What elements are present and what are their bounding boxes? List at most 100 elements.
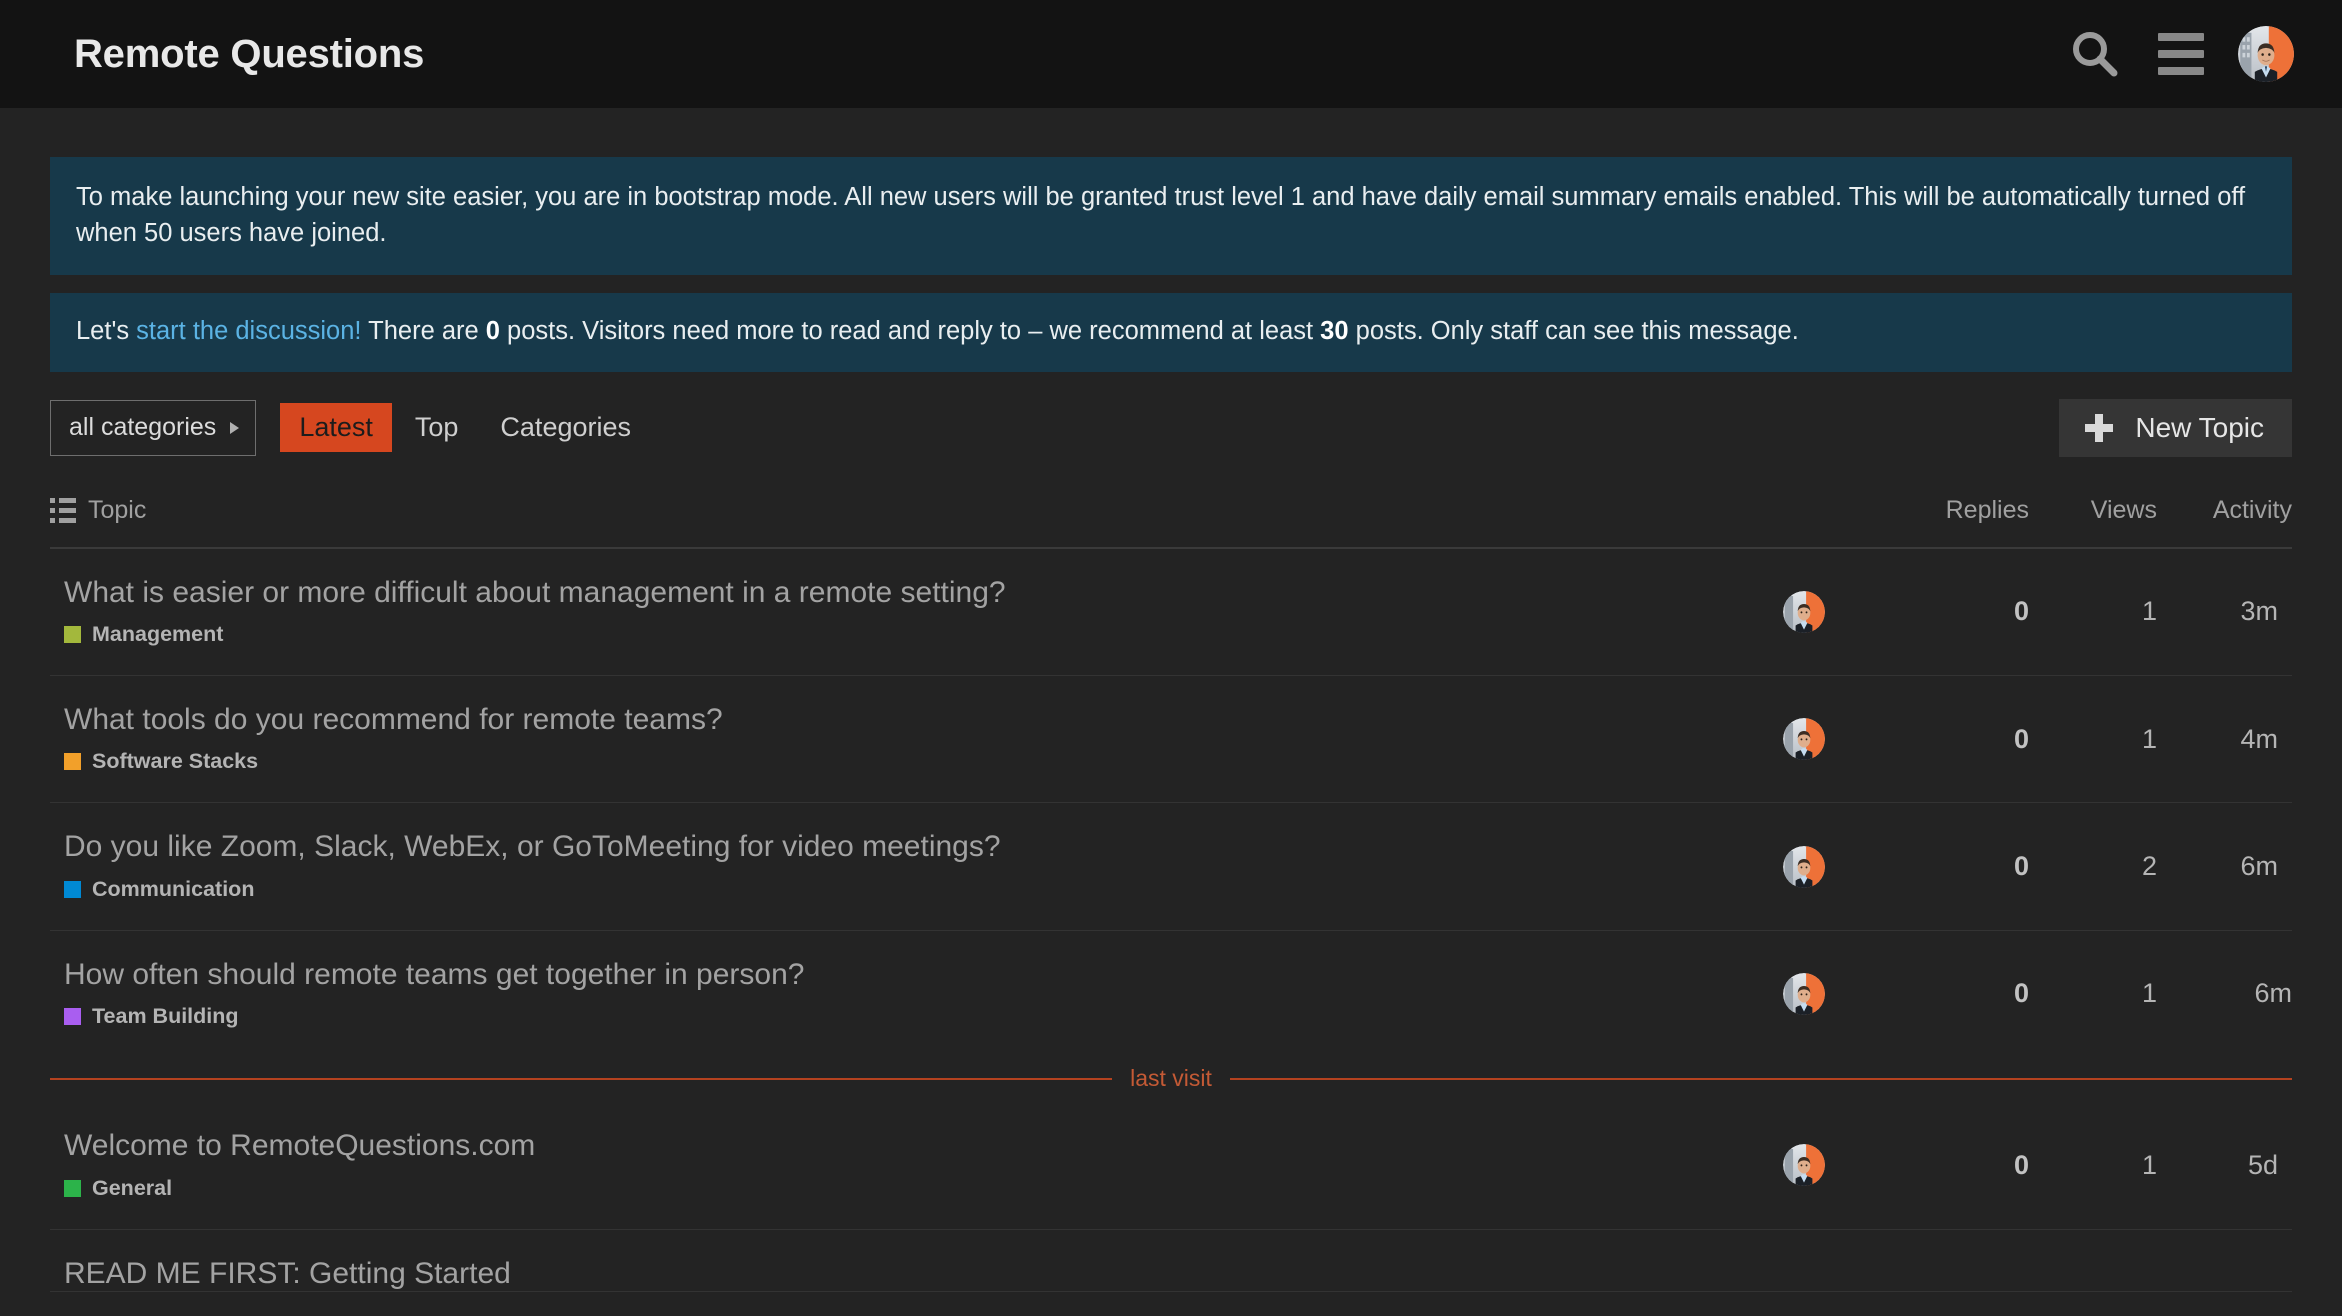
column-header-posters bbox=[1729, 479, 1879, 549]
column-header-activity[interactable]: Activity bbox=[2157, 479, 2292, 549]
activity-time: 6m bbox=[2157, 802, 2292, 931]
tab-categories[interactable]: Categories bbox=[481, 403, 650, 452]
replies-count: 0 bbox=[1879, 1102, 2029, 1230]
poster-avatar[interactable] bbox=[1783, 845, 1825, 888]
last-visit-label: last visit bbox=[1130, 1065, 1212, 1092]
poster-avatar-cell bbox=[1729, 930, 1879, 1057]
new-topic-label: New Topic bbox=[2135, 411, 2264, 443]
topic-cell: How often should remote teams get togeth… bbox=[50, 930, 1729, 1057]
category-name: General bbox=[92, 1175, 173, 1200]
table-row[interactable]: What tools do you recommend for remote t… bbox=[50, 675, 2292, 804]
activity-time: 5d bbox=[2157, 1102, 2292, 1230]
table-row[interactable]: What is easier or more difficult about m… bbox=[50, 547, 2292, 676]
menu-button[interactable] bbox=[2152, 25, 2210, 83]
category-color-swatch bbox=[64, 880, 81, 898]
views-count: 1 bbox=[2029, 547, 2157, 676]
table-row[interactable]: How often should remote teams get togeth… bbox=[50, 930, 2292, 1057]
site-header: Remote Questions bbox=[0, 0, 2342, 108]
category-name: Management bbox=[92, 622, 224, 646]
poster-avatar[interactable] bbox=[1783, 1144, 1825, 1187]
last-visit-cell: last visit bbox=[50, 1057, 2293, 1102]
category-color-swatch bbox=[64, 1008, 81, 1026]
hamburger-menu-icon bbox=[2158, 33, 2204, 75]
column-header-topic[interactable]: Topic bbox=[50, 479, 1729, 549]
poster-avatar-cell bbox=[1729, 1229, 1879, 1292]
replies-count: 0 bbox=[1879, 675, 2029, 804]
start-discussion-banner: Let's start the discussion! There are 0 … bbox=[50, 293, 2292, 372]
list-icon bbox=[50, 497, 76, 523]
category-badge[interactable]: Communication bbox=[64, 877, 254, 902]
poster-avatar[interactable] bbox=[1783, 590, 1825, 633]
topic-cell: READ ME FIRST: Getting Started bbox=[50, 1229, 1729, 1292]
column-header-topic-label: Topic bbox=[88, 495, 147, 524]
topic-title-link[interactable]: READ ME FIRST: Getting Started bbox=[64, 1256, 511, 1291]
category-badge[interactable]: Software Stacks bbox=[64, 749, 258, 774]
replies-count: 0 bbox=[2013, 978, 2029, 1009]
category-badge[interactable]: Team Building bbox=[64, 1004, 239, 1029]
banner-lead-text: Let's bbox=[76, 317, 137, 346]
category-dropdown-label: all categories bbox=[69, 413, 217, 442]
topic-cell: Welcome to RemoteQuestions.com General bbox=[50, 1102, 1729, 1230]
poster-avatar[interactable] bbox=[1783, 718, 1825, 761]
category-badge[interactable]: General bbox=[64, 1176, 172, 1201]
table-header-row: Topic Replies Views Activity bbox=[50, 479, 2292, 549]
views-count: 1 bbox=[2029, 675, 2157, 804]
column-header-views[interactable]: Views bbox=[2029, 479, 2157, 549]
topic-list-body: What is easier or more difficult about m… bbox=[50, 547, 2293, 1292]
category-color-swatch bbox=[64, 626, 81, 643]
topic-list-header: Topic Replies Views Activity bbox=[50, 479, 2292, 549]
nav-links: Latest Top Categories bbox=[280, 403, 650, 453]
category-name: Software Stacks bbox=[92, 749, 259, 774]
topic-title-link[interactable]: Welcome to RemoteQuestions.com bbox=[64, 1128, 535, 1163]
poster-avatar[interactable] bbox=[1783, 972, 1825, 1015]
topic-title-link[interactable]: How often should remote teams get togeth… bbox=[64, 957, 804, 992]
avatar[interactable] bbox=[2238, 26, 2294, 82]
banner-mid-text-1: There are bbox=[361, 317, 486, 346]
tab-top[interactable]: Top bbox=[396, 403, 478, 452]
table-row[interactable]: READ ME FIRST: Getting Started bbox=[50, 1229, 2292, 1292]
new-topic-button[interactable]: New Topic bbox=[2059, 398, 2292, 457]
activity-time bbox=[2157, 1229, 2292, 1292]
topic-title-link[interactable]: What tools do you recommend for remote t… bbox=[64, 702, 723, 737]
bootstrap-banner-text: To make launching your new site easier, … bbox=[76, 183, 2246, 248]
banner-mid-text-2: posts. Visitors need more to read and re… bbox=[499, 317, 1321, 346]
topic-title-link[interactable]: What is easier or more difficult about m… bbox=[64, 575, 1006, 610]
views-count: 1 bbox=[2141, 978, 2157, 1009]
start-discussion-link[interactable]: start the discussion! bbox=[136, 317, 361, 345]
last-visit-divider: last visit bbox=[50, 1057, 2293, 1102]
topic-list-table: Topic Replies Views Activity What is eas… bbox=[50, 479, 2293, 1292]
header-icons bbox=[2066, 25, 2294, 83]
activity-time: 4m bbox=[2157, 675, 2292, 804]
views-count: 2 bbox=[2029, 802, 2157, 931]
post-count: 0 bbox=[485, 317, 500, 346]
plus-icon bbox=[2085, 413, 2114, 442]
category-badge[interactable]: Management bbox=[64, 622, 223, 647]
topic-cell: What tools do you recommend for remote t… bbox=[50, 675, 1729, 804]
category-color-swatch bbox=[64, 1179, 81, 1197]
search-button[interactable] bbox=[2066, 25, 2124, 83]
activity-time: 3m bbox=[2157, 547, 2292, 676]
poster-avatar-cell bbox=[1729, 1102, 1879, 1230]
table-row[interactable]: Do you like Zoom, Slack, WebEx, or GoToM… bbox=[50, 802, 2292, 931]
category-color-swatch bbox=[64, 753, 81, 771]
topic-title-link[interactable]: Do you like Zoom, Slack, WebEx, or GoToM… bbox=[64, 829, 1001, 864]
last-visit-rule-right bbox=[1229, 1077, 2293, 1080]
last-visit-rule-left bbox=[50, 1077, 1113, 1080]
recommended-post-count: 30 bbox=[1320, 317, 1349, 346]
caret-right-icon bbox=[230, 421, 240, 434]
banner-tail-text: posts. Only staff can see this message. bbox=[1348, 317, 1799, 346]
topic-cell: What is easier or more difficult about m… bbox=[50, 547, 1729, 676]
poster-avatar-cell bbox=[1729, 675, 1879, 804]
topic-nav-bar: all categories Latest Top Categories New… bbox=[50, 398, 2292, 458]
topic-cell: Do you like Zoom, Slack, WebEx, or GoToM… bbox=[50, 802, 1729, 931]
poster-avatar-cell bbox=[1729, 802, 1879, 931]
category-dropdown[interactable]: all categories bbox=[50, 399, 257, 456]
poster-avatar-cell bbox=[1729, 547, 1879, 676]
tab-latest[interactable]: Latest bbox=[280, 403, 392, 453]
category-name: Team Building bbox=[92, 1004, 239, 1029]
page-title: Remote Questions bbox=[74, 31, 425, 76]
views-count: 1 bbox=[2029, 1102, 2157, 1230]
column-header-replies[interactable]: Replies bbox=[1879, 479, 2029, 549]
table-row[interactable]: Welcome to RemoteQuestions.com General 0… bbox=[50, 1102, 2292, 1230]
search-icon bbox=[2073, 32, 2118, 77]
